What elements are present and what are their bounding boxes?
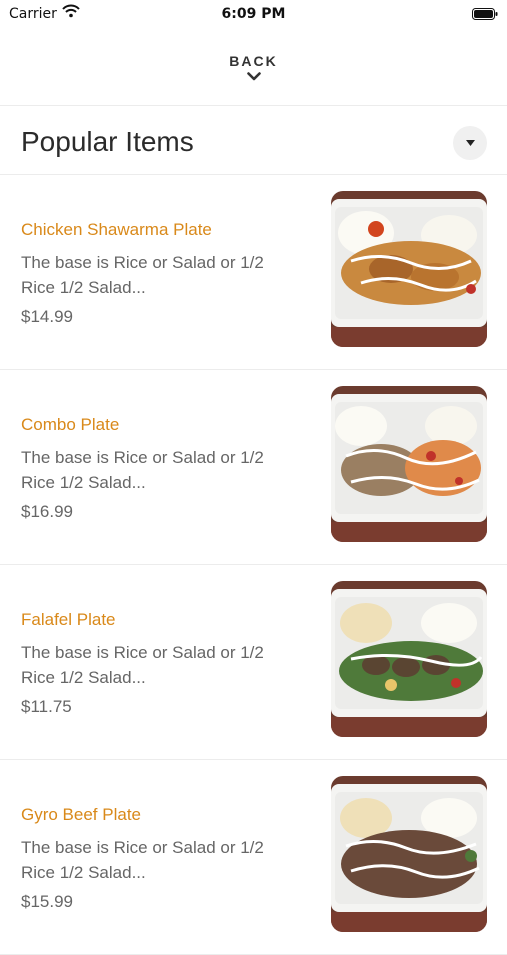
back-button[interactable]: BACK: [0, 48, 507, 104]
back-label: BACK: [229, 53, 278, 69]
item-price: $15.99: [21, 892, 73, 911]
food-image: [331, 776, 487, 932]
item-price: $14.99: [21, 307, 73, 326]
menu-item[interactable]: Falafel Plate The base is Rice or Salad …: [0, 565, 507, 760]
item-price: $11.75: [21, 697, 72, 716]
chevron-down-icon: [246, 72, 261, 81]
status-time: 6:09 PM: [221, 6, 286, 22]
section-dropdown-button[interactable]: [453, 126, 487, 160]
section-header: Popular Items: [0, 110, 507, 174]
item-description: The base is Rice or Salad or 1/2 Rice 1/…: [21, 643, 264, 687]
item-name: Falafel Plate: [21, 610, 116, 629]
item-description: The base is Rice or Salad or 1/2 Rice 1/…: [21, 838, 264, 882]
status-bar: Carrier 6:09 PM: [0, 0, 507, 30]
battery-icon: [472, 8, 498, 20]
header-divider: [0, 105, 507, 106]
item-name: Gyro Beef Plate: [21, 805, 142, 824]
item-description: The base is Rice or Salad or 1/2 Rice 1/…: [21, 253, 264, 297]
item-description: The base is Rice or Salad or 1/2 Rice 1/…: [21, 448, 264, 492]
food-image: [331, 386, 487, 542]
caret-down-icon: [465, 140, 475, 146]
item-name: Chicken Shawarma Plate: [21, 220, 212, 239]
menu-item[interactable]: Chicken Shawarma Plate The base is Rice …: [0, 175, 507, 370]
item-name: Combo Plate: [21, 415, 120, 434]
food-image: [331, 581, 487, 737]
menu-item-list: Chicken Shawarma Plate The base is Rice …: [0, 175, 507, 955]
item-price: $16.99: [21, 502, 73, 521]
food-image: [331, 191, 487, 347]
menu-item[interactable]: Combo Plate The base is Rice or Salad or…: [0, 370, 507, 565]
menu-item[interactable]: Gyro Beef Plate The base is Rice or Sala…: [0, 760, 507, 955]
section-title: Popular Items: [21, 126, 194, 157]
